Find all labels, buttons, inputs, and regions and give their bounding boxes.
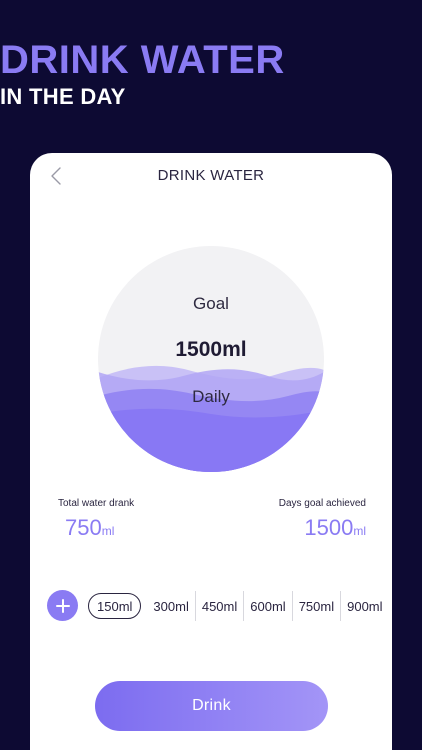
hero-title: DRINK WATER <box>0 38 285 82</box>
days-goal-number: 1500 <box>304 515 354 540</box>
hero-subtitle: IN THE DAY <box>0 84 126 109</box>
days-goal-unit: ml <box>353 524 366 538</box>
amount-option-750[interactable]: 750ml <box>291 591 340 621</box>
total-water-number: 750 <box>65 515 102 540</box>
amount-option-900[interactable]: 900ml <box>340 591 388 621</box>
total-water-label: Total water drank <box>58 498 135 509</box>
screen-title: DRINK WATER <box>157 167 265 184</box>
water-level-circle: Goal 1500ml Daily <box>98 246 324 472</box>
plus-icon <box>55 598 70 613</box>
amount-selector: 150ml 300ml 450ml 600ml 750ml 900ml <box>88 591 389 621</box>
days-goal-value: 1500ml <box>279 515 366 541</box>
amount-option-600[interactable]: 600ml <box>243 591 291 621</box>
drink-water-card: DRINK WATER Goal 1500ml Daily Total wate… <box>30 153 392 750</box>
goal-value: 1500ml <box>175 338 247 361</box>
amount-option-150[interactable]: 150ml <box>88 593 142 619</box>
amount-option-300[interactable]: 300ml <box>147 591 194 621</box>
wave-bottom <box>98 408 324 472</box>
goal-label: Goal <box>193 294 229 313</box>
daily-label: Daily <box>192 387 230 406</box>
amount-option-450[interactable]: 450ml <box>194 591 243 621</box>
days-goal-label: Days goal achieved <box>278 498 366 509</box>
drink-button[interactable]: Drink <box>95 681 328 731</box>
days-goal-stat: Days goal achieved 1500ml <box>279 498 366 541</box>
add-amount-button[interactable] <box>47 590 78 621</box>
total-water-unit: ml <box>101 524 115 538</box>
total-water-value: 750ml <box>58 515 134 541</box>
total-water-stat: Total water drank 750ml <box>58 498 134 541</box>
